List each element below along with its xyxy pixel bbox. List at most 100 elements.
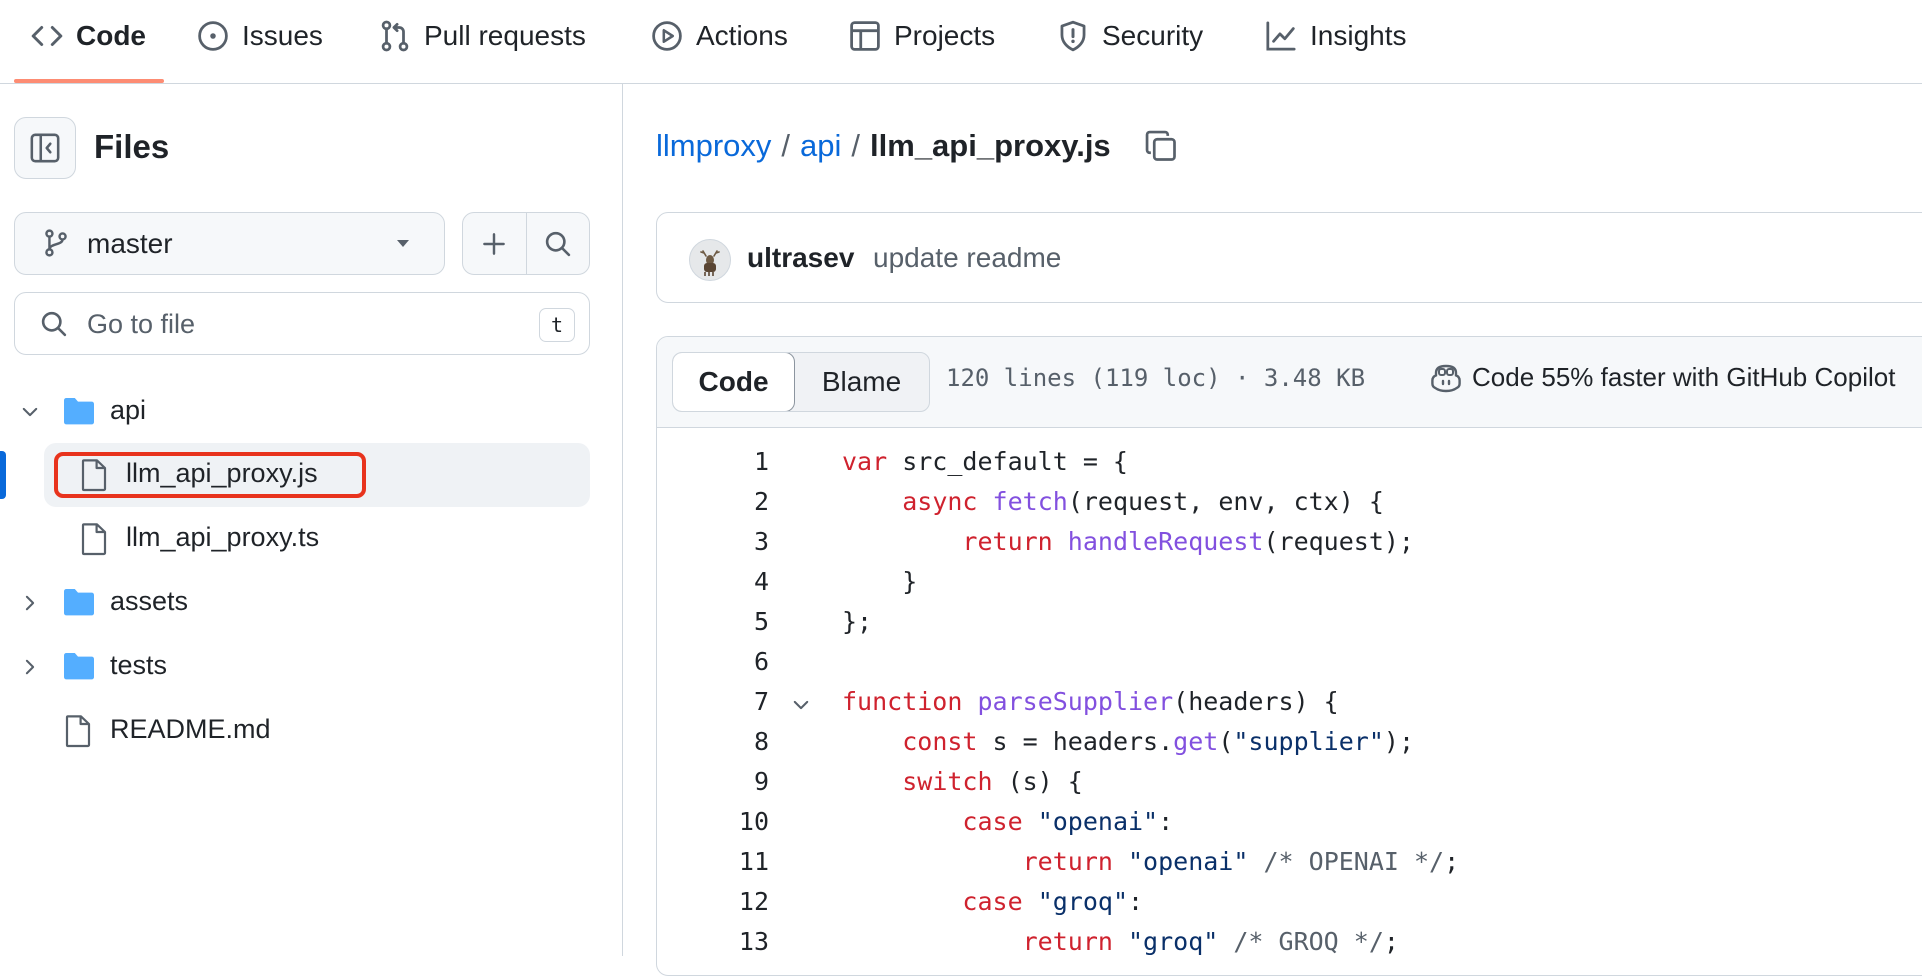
tab-insights[interactable]: Insights — [1264, 14, 1407, 58]
tab-label: Actions — [696, 20, 788, 51]
tab-label: Projects — [894, 20, 996, 51]
search-icon — [39, 309, 69, 339]
graph-icon — [1264, 19, 1298, 53]
code-line: const s = headers.get("supplier"); — [902, 727, 1414, 756]
tab-label: Insights — [1310, 20, 1407, 51]
sidebar-collapse-icon — [28, 131, 62, 165]
copilot-icon — [1430, 363, 1462, 393]
line-number[interactable]: 4 — [657, 567, 769, 596]
git-pull-request-icon — [378, 19, 412, 53]
tree-item-readme[interactable]: README.md — [0, 699, 590, 763]
tab-pull-requests[interactable]: Pull requests — [378, 14, 586, 58]
code-line: case "groq": — [962, 887, 1144, 916]
tab-security[interactable]: Security — [1056, 14, 1203, 58]
file-icon — [80, 522, 108, 556]
code-line: return "groq" /* GROQ */; — [1022, 927, 1399, 956]
code-view-button[interactable]: Code — [673, 353, 796, 411]
annotation-highlight-box — [54, 452, 366, 498]
branch-selector[interactable]: master — [14, 212, 445, 275]
line-number[interactable]: 1 — [657, 447, 769, 476]
branch-name: master — [87, 228, 173, 259]
search-files-button[interactable] — [525, 213, 590, 274]
latest-commit-bar: ultrasev update readme — [656, 212, 1922, 303]
line-number[interactable]: 7 — [657, 687, 769, 716]
line-number[interactable]: 11 — [657, 847, 769, 876]
folder-icon — [62, 651, 96, 681]
tree-item-assets[interactable]: assets — [0, 571, 590, 635]
keyboard-shortcut-badge: t — [539, 308, 575, 342]
tree-item-label: llm_api_proxy.ts — [126, 522, 320, 552]
repo-nav: Code Issues Pull requests Actions Projec… — [0, 0, 1922, 84]
shield-icon — [1056, 19, 1090, 53]
tree-item-tests[interactable]: tests — [0, 635, 590, 699]
tab-issues[interactable]: Issues — [196, 14, 323, 58]
breadcrumb-dir-link[interactable]: api — [800, 128, 841, 164]
code-icon — [30, 19, 64, 53]
chevron-down-icon — [20, 402, 40, 422]
file-icon — [64, 714, 92, 748]
code-line: async fetch(request, env, ctx) { — [902, 487, 1384, 516]
copy-path-icon[interactable] — [1143, 128, 1179, 164]
chevron-right-icon — [20, 593, 40, 613]
tab-actions[interactable]: Actions — [650, 14, 788, 58]
line-number[interactable]: 10 — [657, 807, 769, 836]
breadcrumb-current-file: llm_api_proxy.js — [870, 128, 1111, 163]
code-line: } — [842, 567, 918, 596]
tree-item-api[interactable]: api — [0, 380, 590, 444]
breadcrumb-separator: / — [781, 128, 791, 163]
table-icon — [848, 19, 882, 53]
file-actions-group — [462, 212, 590, 275]
collapse-sidebar-button[interactable] — [14, 117, 76, 179]
tree-item-label: tests — [110, 650, 168, 680]
avatar[interactable] — [689, 239, 731, 281]
code-line: }; — [842, 607, 873, 636]
tab-label: Pull requests — [424, 20, 586, 51]
blame-view-button[interactable]: Blame — [794, 353, 929, 411]
git-branch-icon — [41, 228, 71, 258]
line-number[interactable]: 2 — [657, 487, 769, 516]
tree-item-llm-api-proxy-ts[interactable]: llm_api_proxy.ts — [0, 507, 590, 571]
code-view: 1 2 3 4 5 6 7 8 9 10 11 12 13 var src_de… — [657, 427, 1922, 956]
code-line: var src_default = { — [842, 447, 1128, 476]
commit-message[interactable]: update readme — [873, 242, 1061, 274]
code-line: case "openai": — [962, 807, 1174, 836]
tree-item-label: assets — [110, 586, 189, 616]
code-line: function parseSupplier(headers) { — [842, 687, 1339, 716]
tab-code[interactable]: Code — [30, 14, 146, 58]
code-line: return "openai" /* OPENAI */; — [1022, 847, 1460, 876]
breadcrumb-repo-link[interactable]: llmproxy — [656, 128, 771, 164]
line-number[interactable]: 13 — [657, 927, 769, 956]
tab-projects[interactable]: Projects — [848, 14, 995, 58]
tab-label: Code — [76, 20, 146, 51]
view-mode-toggle: Code Blame — [672, 352, 930, 412]
line-number[interactable]: 8 — [657, 727, 769, 756]
go-to-file-placeholder: Go to file — [87, 309, 196, 339]
go-to-file-input[interactable]: Go to file t — [14, 292, 590, 355]
folder-open-icon — [62, 396, 96, 426]
chevron-right-icon — [20, 657, 40, 677]
line-number[interactable]: 12 — [657, 887, 769, 916]
plus-icon — [480, 230, 508, 258]
tree-item-label: api — [110, 395, 147, 425]
copilot-promo[interactable]: Code 55% faster with GitHub Copilot — [1430, 362, 1895, 393]
line-number[interactable]: 5 — [657, 607, 769, 636]
fold-chevron-icon[interactable] — [791, 695, 811, 715]
play-icon — [650, 19, 684, 53]
line-number[interactable]: 3 — [657, 527, 769, 556]
active-tab-indicator — [14, 79, 164, 83]
add-file-button[interactable] — [463, 213, 526, 274]
triangle-down-icon — [395, 237, 411, 249]
commit-author[interactable]: ultrasev — [747, 242, 854, 274]
search-icon — [543, 229, 573, 259]
tab-label: Issues — [242, 20, 323, 51]
file-stats: 120 lines (119 loc) · 3.48 KB — [946, 364, 1366, 392]
sidebar-title: Files — [94, 128, 170, 165]
code-line: return handleRequest(request); — [962, 527, 1414, 556]
tab-label: Security — [1102, 20, 1204, 51]
copilot-promo-text: Code 55% faster with GitHub Copilot — [1472, 362, 1896, 392]
issue-opened-icon — [196, 19, 230, 53]
breadcrumb: llmproxy / api / llm_api_proxy.js — [656, 128, 1179, 164]
line-number[interactable]: 6 — [657, 647, 769, 676]
line-number[interactable]: 9 — [657, 767, 769, 796]
folder-icon — [62, 587, 96, 617]
